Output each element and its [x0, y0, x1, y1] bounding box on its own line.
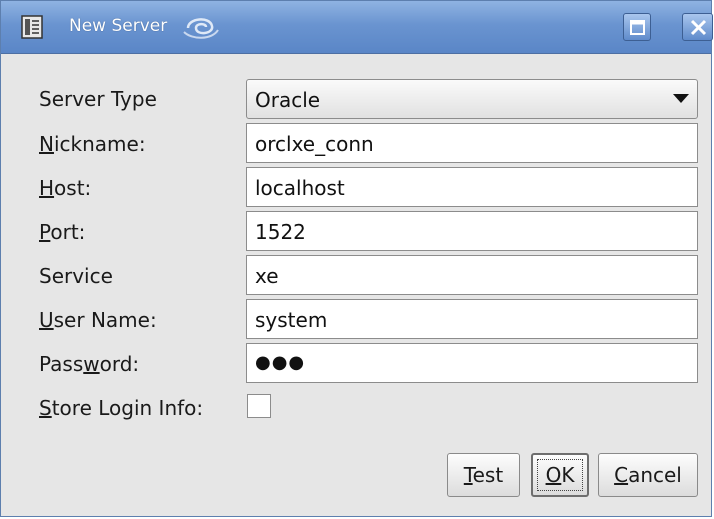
password-field[interactable]: ●●●	[246, 343, 698, 383]
close-icon	[690, 19, 707, 36]
cancel-button[interactable]: Cancel	[598, 453, 698, 497]
port-label: Port:	[39, 220, 86, 244]
test-button[interactable]: Test	[447, 453, 520, 497]
server-type-select[interactable]: Oracle	[246, 79, 698, 119]
port-field[interactable]: 1522	[246, 211, 698, 251]
store-login-info-label: Store Login Info:	[39, 396, 204, 420]
user-name-field[interactable]: system	[246, 299, 698, 339]
window-title: New Server	[69, 16, 168, 36]
nickname-field[interactable]: orclxe_conn	[246, 123, 698, 163]
new-server-dialog: New Server Server Type Oracle Nickname: …	[0, 0, 713, 517]
service-field[interactable]: xe	[246, 255, 698, 295]
server-type-value: Oracle	[255, 88, 321, 112]
service-label: Service	[39, 264, 113, 288]
swirl-icon	[182, 12, 220, 42]
nickname-label: Nickname:	[39, 132, 146, 156]
user-name-label: User Name:	[39, 308, 157, 332]
maximize-button[interactable]	[623, 13, 651, 41]
close-button[interactable]	[682, 13, 713, 41]
host-field[interactable]: localhost	[246, 167, 698, 207]
server-app-icon[interactable]	[21, 15, 43, 39]
store-login-info-checkbox[interactable]	[247, 394, 271, 418]
ok-button[interactable]: OK	[531, 453, 589, 497]
focus-ring	[537, 459, 583, 491]
server-type-label: Server Type	[39, 87, 157, 111]
maximize-icon	[630, 20, 645, 35]
password-label: Password:	[39, 352, 140, 376]
title-bar[interactable]: New Server	[1, 1, 713, 54]
chevron-down-icon	[673, 94, 689, 103]
host-label: Host:	[39, 176, 92, 200]
